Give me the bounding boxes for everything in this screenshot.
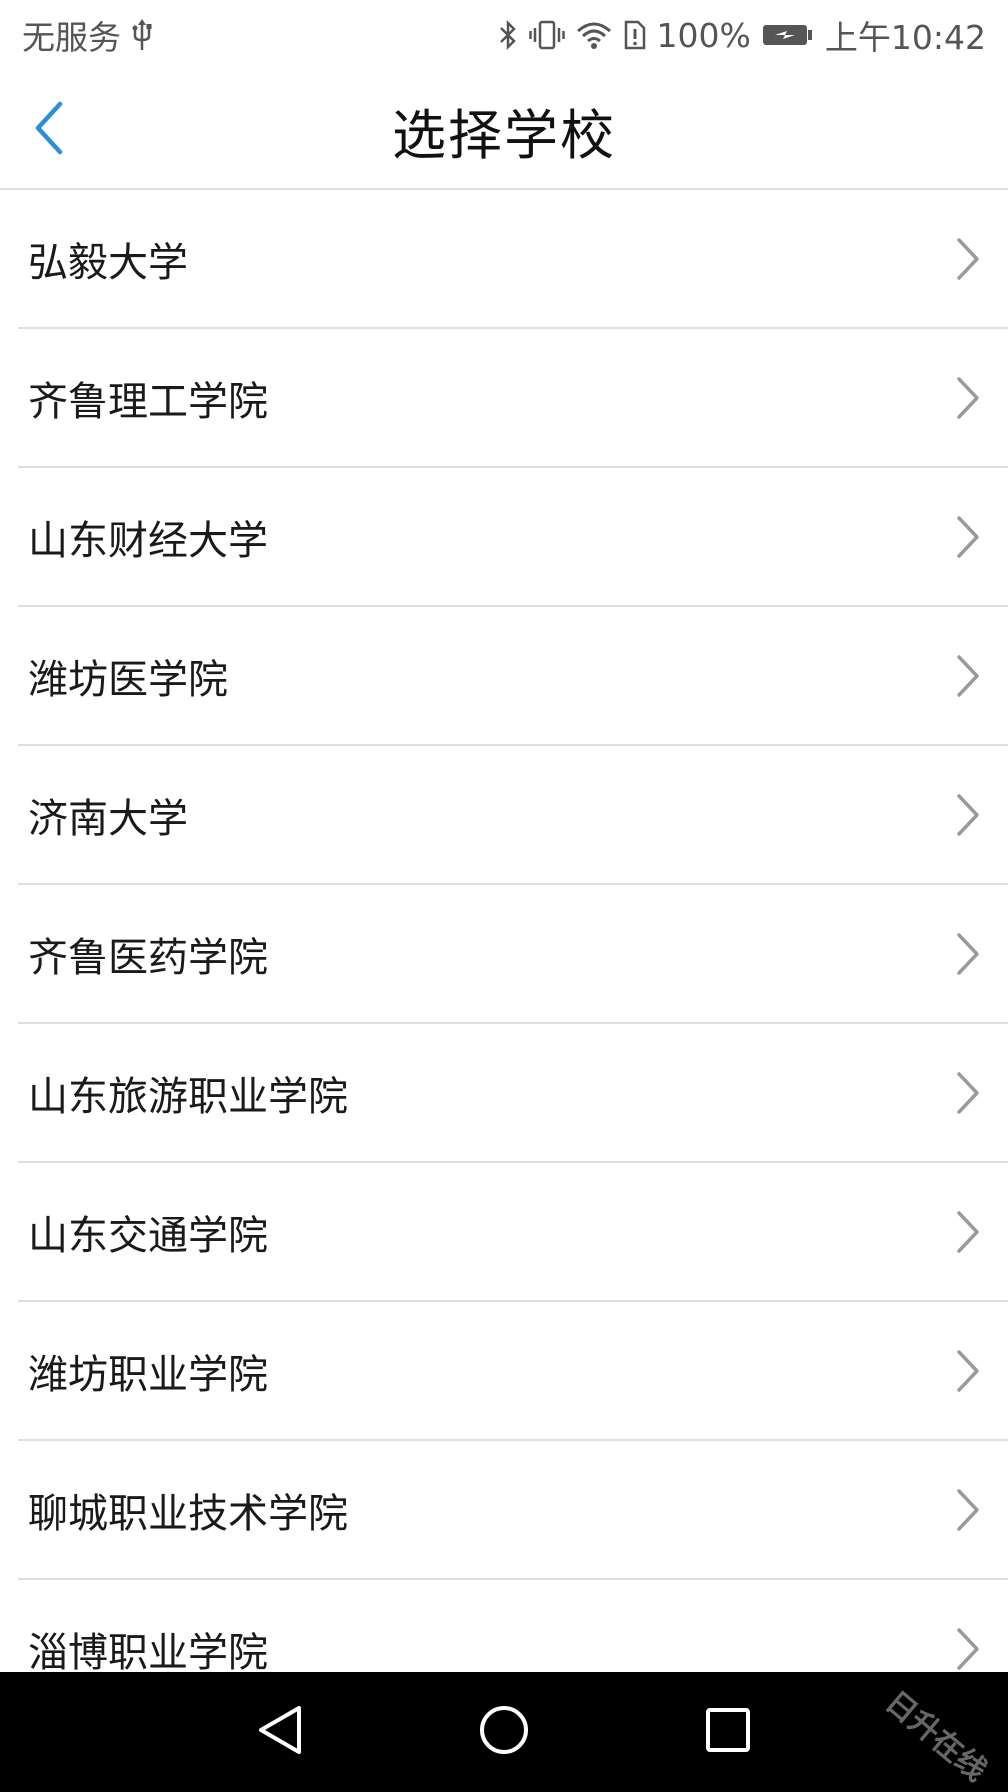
school-name: 聊城职业技术学院 — [28, 1490, 348, 1537]
vibrate-icon — [528, 18, 565, 52]
list-item[interactable]: 弘毅大学 — [18, 190, 1008, 329]
chevron-right-icon — [954, 931, 982, 977]
status-left: 无服务 — [22, 11, 155, 59]
chevron-right-icon — [954, 236, 982, 282]
chevron-right-icon — [954, 1487, 982, 1533]
school-name: 潍坊职业学院 — [28, 1351, 268, 1398]
system-back-button[interactable] — [240, 1694, 320, 1770]
list-item[interactable]: 山东旅游职业学院 — [18, 1024, 1008, 1163]
page-title: 选择学校 — [392, 103, 616, 167]
school-name: 山东交通学院 — [28, 1212, 268, 1259]
list-item[interactable]: 齐鲁医药学院 — [18, 885, 1008, 1024]
list-item[interactable]: 山东财经大学 — [18, 468, 1008, 607]
system-nav-bar — [0, 1672, 1008, 1792]
list-item[interactable]: 山东交通学院 — [18, 1163, 1008, 1302]
bluetooth-icon — [497, 18, 519, 52]
list-item[interactable]: 淄博职业学院 — [18, 1580, 1008, 1672]
status-bar: 无服务 100% 上午10:42 — [0, 0, 1008, 70]
wifi-icon — [575, 18, 613, 52]
school-name: 淄博职业学院 — [28, 1629, 268, 1673]
status-right: 100% 上午10:42 — [497, 11, 986, 59]
school-name: 潍坊医学院 — [28, 656, 228, 703]
chevron-right-icon — [954, 1209, 982, 1255]
school-name: 弘毅大学 — [28, 239, 188, 286]
home-circle-icon — [478, 1704, 530, 1760]
chevron-right-icon — [954, 375, 982, 421]
list-item[interactable]: 齐鲁理工学院 — [18, 329, 1008, 468]
school-name: 山东财经大学 — [28, 517, 268, 564]
list-item[interactable]: 济南大学 — [18, 746, 1008, 885]
chevron-right-icon — [954, 792, 982, 838]
battery-percent: 100% — [656, 15, 751, 55]
battery-charging-icon — [761, 18, 815, 52]
chevron-right-icon — [954, 1626, 982, 1672]
school-name: 山东旅游职业学院 — [28, 1073, 348, 1120]
list-item[interactable]: 潍坊职业学院 — [18, 1302, 1008, 1441]
carrier-text: 无服务 — [22, 18, 121, 57]
list-item[interactable]: 潍坊医学院 — [18, 607, 1008, 746]
back-triangle-icon — [255, 1704, 305, 1760]
school-name: 齐鲁理工学院 — [28, 378, 268, 425]
recents-square-icon — [704, 1706, 752, 1758]
chevron-right-icon — [954, 1348, 982, 1394]
usb-icon — [129, 18, 155, 52]
list-item[interactable]: 聊城职业技术学院 — [18, 1441, 1008, 1580]
chevron-right-icon — [954, 653, 982, 699]
school-list[interactable]: 弘毅大学 齐鲁理工学院 山东财经大学 潍坊医学院 济南大学 齐鲁医药学院 山东旅… — [0, 190, 1008, 1672]
chevron-right-icon — [954, 1070, 982, 1116]
header-bar: 选择学校 — [0, 70, 1008, 190]
system-recents-button[interactable] — [688, 1694, 768, 1770]
chevron-right-icon — [954, 514, 982, 560]
clock: 上午10:42 — [824, 18, 986, 57]
school-name: 济南大学 — [28, 795, 188, 842]
school-name: 齐鲁医药学院 — [28, 934, 268, 981]
system-home-button[interactable] — [464, 1694, 544, 1770]
alert-icon — [623, 18, 647, 52]
